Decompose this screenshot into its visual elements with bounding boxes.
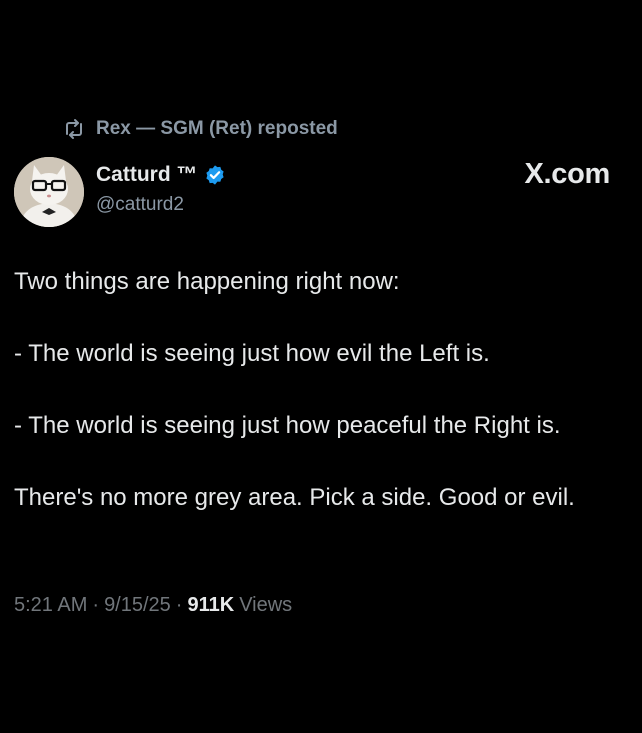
tweet-line: - The world is seeing just how evil the … bbox=[14, 340, 490, 367]
repost-indicator[interactable]: Rex — SGM (Ret) reposted bbox=[62, 116, 338, 142]
tweet-text: Two things are happening right now: - Th… bbox=[14, 265, 634, 515]
tweet-date[interactable]: 9/15/25 bbox=[104, 594, 171, 617]
tweet-meta: 5:21 AM · 9/15/25 · 911K Views bbox=[14, 594, 292, 617]
author-info[interactable]: Catturd ™ @catturd2 bbox=[96, 160, 226, 216]
author-handle[interactable]: @catturd2 bbox=[96, 194, 226, 216]
repost-icon bbox=[62, 117, 86, 141]
views-label: Views bbox=[239, 594, 293, 616]
author-display-name[interactable]: Catturd ™ bbox=[96, 163, 198, 187]
meta-separator: · bbox=[175, 594, 183, 616]
brand-watermark: X.com bbox=[524, 158, 610, 190]
verified-badge-icon bbox=[204, 164, 226, 186]
meta-separator: · bbox=[92, 594, 100, 616]
repost-text: Rex — SGM (Ret) reposted bbox=[96, 118, 338, 139]
tweet-time[interactable]: 5:21 AM bbox=[14, 594, 87, 617]
author-name-row: Catturd ™ bbox=[96, 160, 226, 190]
avatar[interactable] bbox=[14, 157, 84, 227]
cat-avatar-icon bbox=[14, 157, 84, 227]
views-count[interactable]: 911K bbox=[187, 594, 234, 617]
tweet-line: There's no more grey area. Pick a side. … bbox=[14, 484, 575, 511]
tweet-line: Two things are happening right now: bbox=[14, 268, 400, 295]
tweet-line: - The world is seeing just how peaceful … bbox=[14, 412, 561, 439]
